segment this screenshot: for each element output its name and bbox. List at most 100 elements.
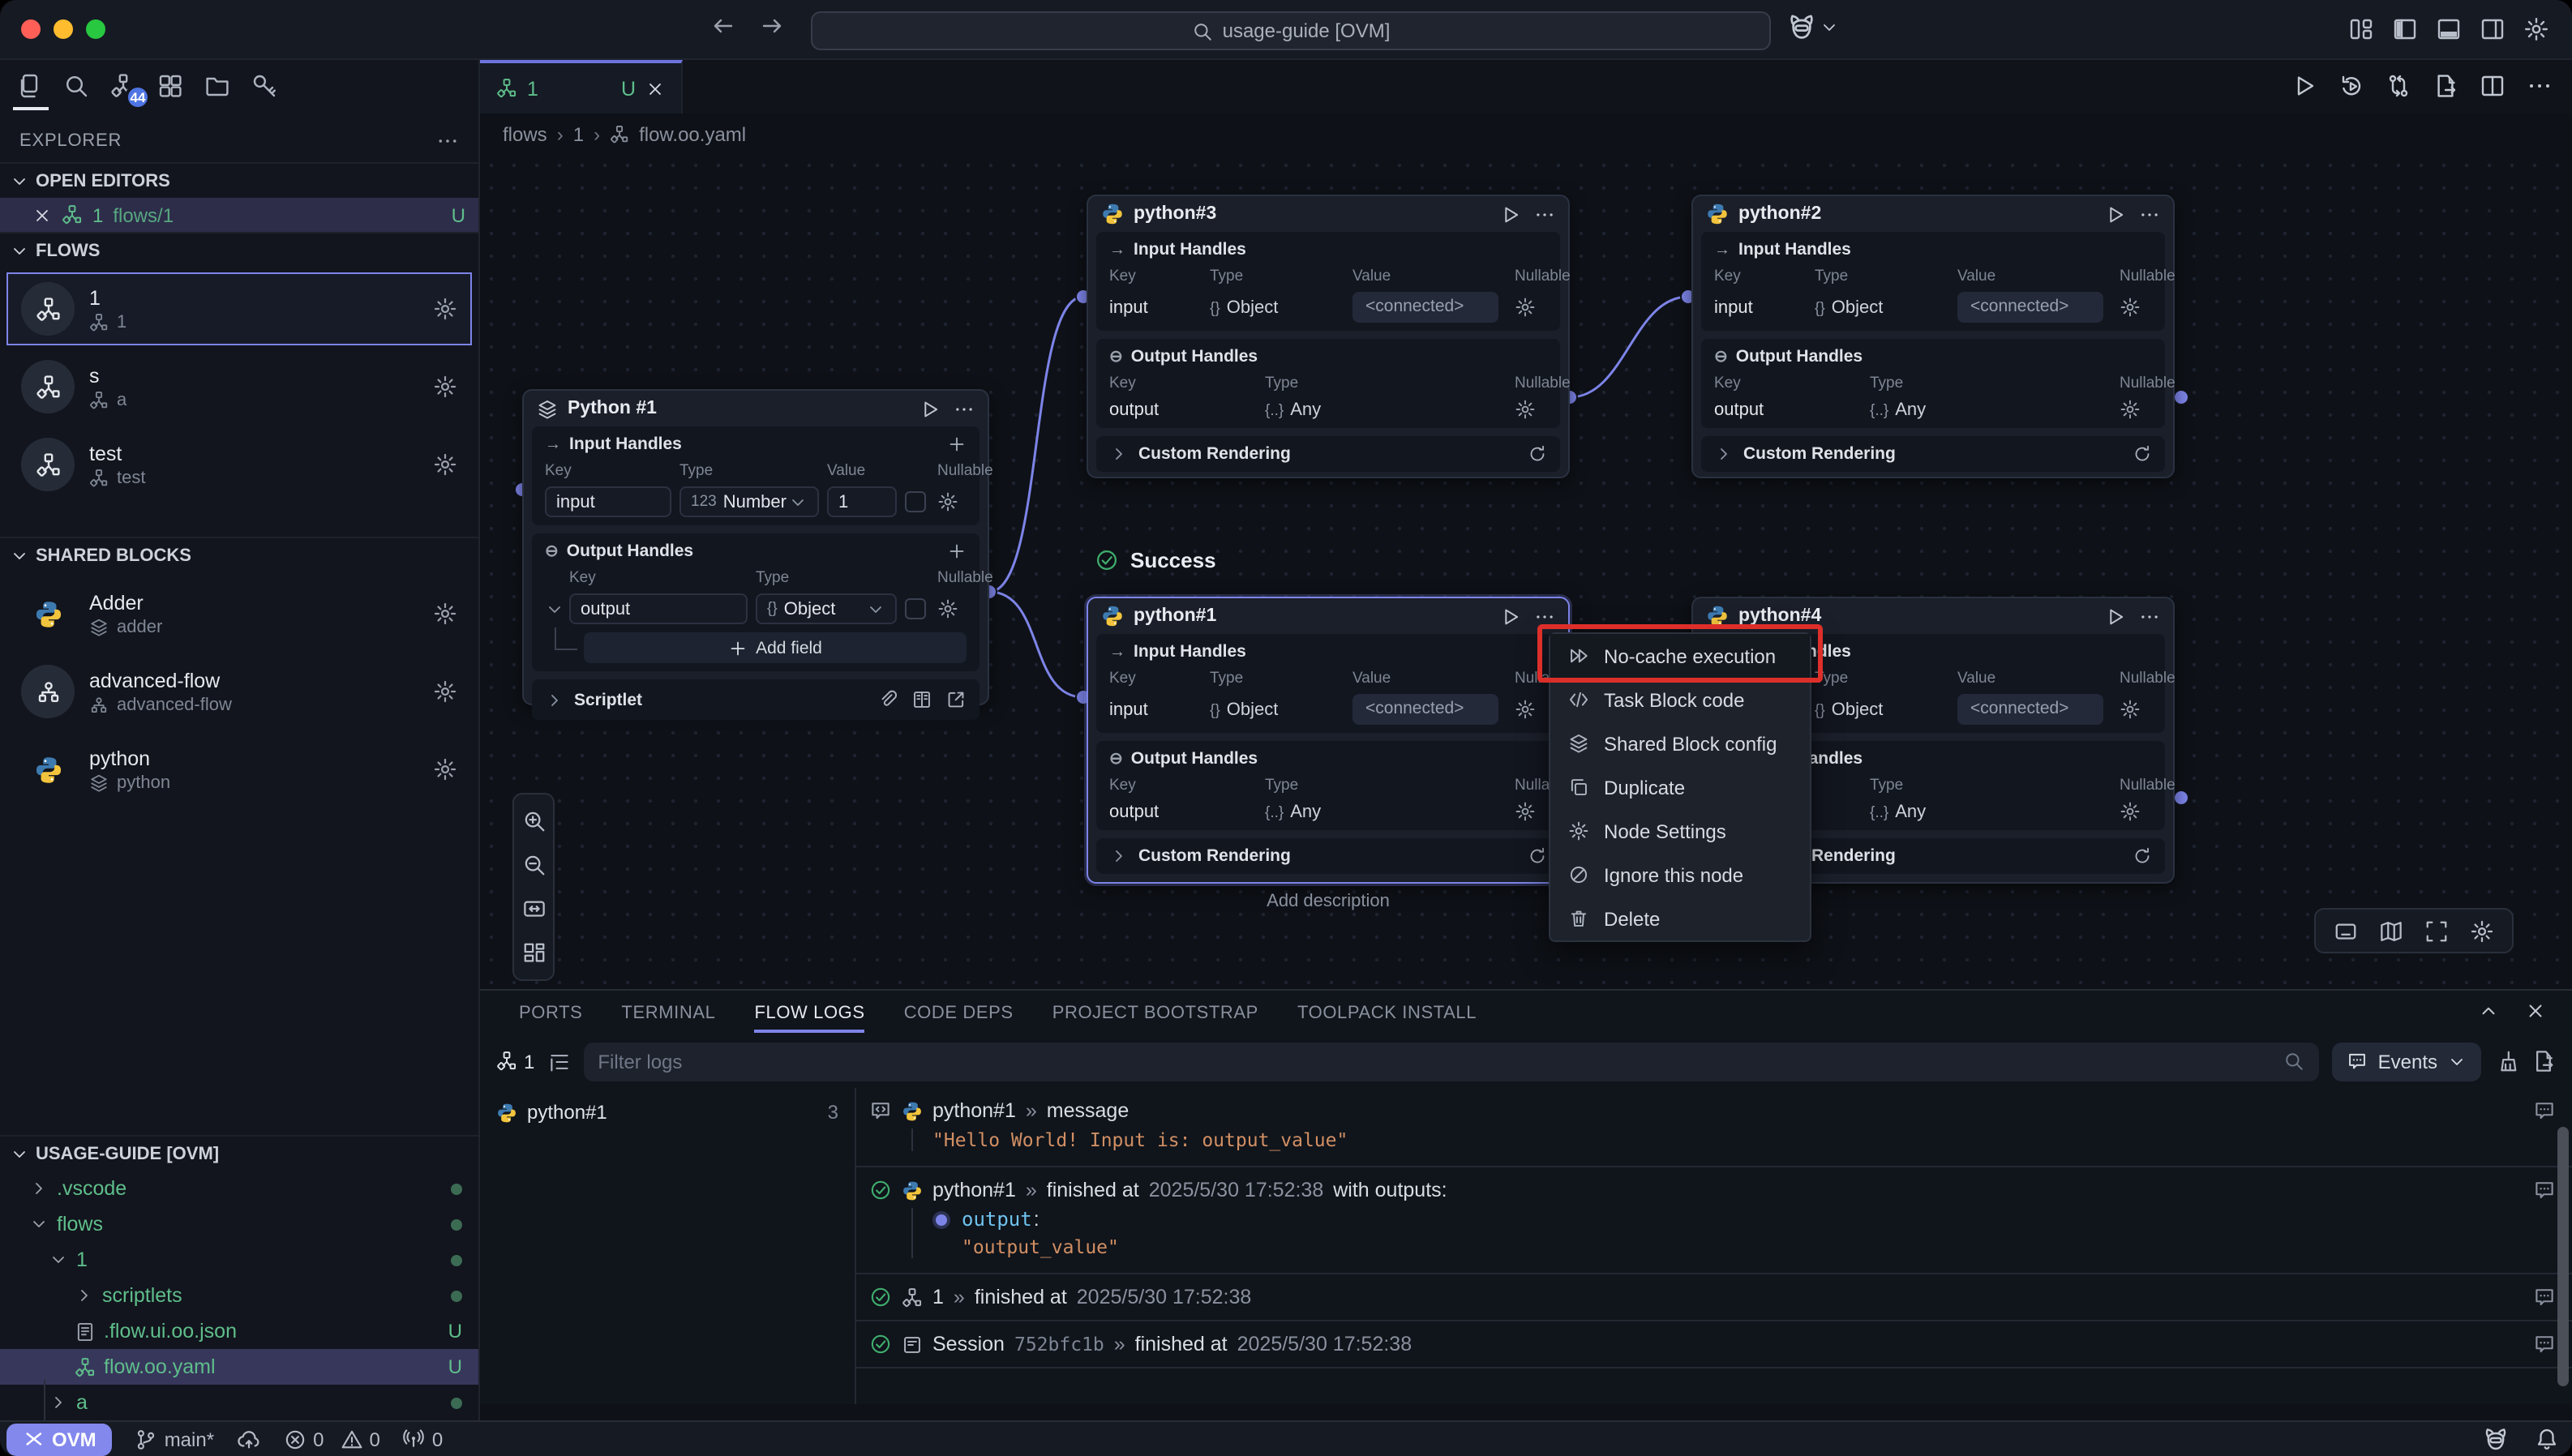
- nullable-checkbox[interactable]: [905, 598, 926, 619]
- handle-settings-icon[interactable]: [2120, 801, 2141, 822]
- canvas-settings-icon[interactable]: [2470, 919, 2494, 943]
- block-settings-icon[interactable]: [433, 679, 457, 704]
- comment-icon[interactable]: [2533, 1179, 2556, 1201]
- handle-settings-icon[interactable]: [2120, 297, 2141, 318]
- type-select[interactable]: 123 Number: [679, 486, 819, 517]
- filter-logs-field[interactable]: [583, 1042, 2319, 1081]
- toggle-panel-icon[interactable]: [2436, 16, 2462, 42]
- handle-settings-icon[interactable]: [2120, 399, 2141, 420]
- chevron-right-icon[interactable]: [1109, 444, 1129, 464]
- close-icon[interactable]: [32, 205, 52, 225]
- settings-gear-icon[interactable]: [2523, 16, 2549, 42]
- more-actions-icon[interactable]: [2527, 73, 2553, 99]
- attach-icon[interactable]: [877, 689, 898, 710]
- block-settings-icon[interactable]: [433, 757, 457, 782]
- tree-item-flows[interactable]: flows: [0, 1206, 478, 1242]
- comment-icon[interactable]: [2533, 1286, 2556, 1308]
- add-description-link[interactable]: Add description: [1087, 892, 1570, 911]
- breadcrumb-flows[interactable]: flows: [503, 122, 547, 145]
- remote-indicator[interactable]: OVM: [6, 1423, 113, 1455]
- breadcrumb-1[interactable]: 1: [573, 122, 584, 145]
- type-select[interactable]: {} Object: [756, 593, 897, 624]
- zoom-in-icon[interactable]: [521, 809, 546, 833]
- close-window-button[interactable]: [21, 19, 41, 39]
- fit-width-icon[interactable]: [521, 897, 546, 921]
- refresh-icon[interactable]: [1528, 444, 1547, 464]
- value-input[interactable]: 1: [827, 486, 897, 517]
- tree-item-scriptlets[interactable]: scriptlets: [0, 1278, 478, 1313]
- tab-toolpack-install[interactable]: TOOLPACK INSTALL: [1297, 991, 1477, 1034]
- refresh-icon[interactable]: [2133, 846, 2152, 866]
- refresh-icon[interactable]: [2133, 444, 2152, 464]
- assistant-menu[interactable]: [1787, 13, 1839, 42]
- customize-layout-icon[interactable]: [2348, 16, 2374, 42]
- menu-item-delete[interactable]: Delete: [1550, 897, 1810, 940]
- comment-icon[interactable]: [2533, 1099, 2556, 1122]
- toggle-sidebar-right-icon[interactable]: [2480, 16, 2506, 42]
- flow-list-item[interactable]: 1 1: [6, 272, 472, 345]
- flow-run-selector[interactable]: 1: [496, 1050, 534, 1073]
- tab-project-bootstrap[interactable]: PROJECT BOOTSTRAP: [1052, 991, 1258, 1034]
- clear-logs-icon[interactable]: [2494, 1049, 2518, 1073]
- handle-settings-icon[interactable]: [1515, 399, 1536, 420]
- back-icon[interactable]: [710, 13, 736, 39]
- forward-icon[interactable]: [759, 13, 785, 39]
- fit-view-icon[interactable]: [2424, 919, 2449, 943]
- chevron-down-icon[interactable]: [545, 599, 564, 619]
- add-input-icon[interactable]: [947, 435, 967, 454]
- rerun-icon[interactable]: [2338, 73, 2364, 99]
- explorer-more-icon[interactable]: [436, 130, 459, 152]
- mascot-icon[interactable]: [2483, 1426, 2509, 1452]
- handle-settings-icon[interactable]: [1515, 297, 1536, 318]
- log-row-session-finished[interactable]: Session 752bfc1b » finished at 2025/5/30…: [856, 1321, 2572, 1368]
- filter-logs-input[interactable]: [598, 1050, 2283, 1073]
- workspace-header[interactable]: USAGE-GUIDE [OVM]: [0, 1135, 478, 1171]
- log-scrollbar[interactable]: [2557, 1127, 2569, 1386]
- chevron-right-icon[interactable]: [1714, 444, 1734, 464]
- tree-item-vscode[interactable]: .vscode: [0, 1171, 478, 1206]
- menu-item-duplicate[interactable]: Duplicate: [1550, 765, 1810, 809]
- command-center-search[interactable]: usage-guide [OVM]: [811, 11, 1771, 50]
- problems-status[interactable]: 0 0: [284, 1428, 380, 1450]
- auto-layout-icon[interactable]: [521, 940, 546, 965]
- chevron-right-icon[interactable]: [1109, 846, 1129, 866]
- handle-settings-icon[interactable]: [1515, 699, 1536, 720]
- search-view-icon[interactable]: [63, 72, 89, 98]
- breadcrumb[interactable]: flows 1 flow.oo.yaml: [480, 113, 2572, 154]
- menu-item-ignore-node[interactable]: Ignore this node: [1550, 853, 1810, 897]
- node-more-icon[interactable]: [2139, 203, 2160, 225]
- tab-flow-1[interactable]: 1 U: [480, 60, 683, 113]
- flow-settings-icon[interactable]: [433, 297, 457, 321]
- minimap-icon[interactable]: [2379, 919, 2403, 943]
- tab-ports[interactable]: PORTS: [519, 991, 582, 1034]
- minimize-window-button[interactable]: [54, 19, 73, 39]
- shared-block-item[interactable]: Adder adder: [6, 577, 472, 650]
- flow-settings-icon[interactable]: [433, 375, 457, 399]
- close-icon[interactable]: [645, 79, 665, 98]
- node-python1[interactable]: python#1 →Input Handles KeyType ValueNul…: [1087, 597, 1570, 884]
- node-more-icon[interactable]: [954, 398, 975, 419]
- console-icon[interactable]: [2334, 919, 2358, 943]
- folder-view-icon[interactable]: [204, 72, 230, 98]
- toggle-sidebar-left-icon[interactable]: [2392, 16, 2418, 42]
- handle-settings-icon[interactable]: [937, 598, 958, 619]
- split-editor-icon[interactable]: [2480, 73, 2506, 99]
- flow-canvas[interactable]: Python #1 →Input Handles KeyType ValueNu…: [480, 154, 2572, 989]
- menu-item-task-block-code[interactable]: Task Block code: [1550, 678, 1810, 722]
- add-field-button[interactable]: Add field: [584, 632, 967, 663]
- flow-settings-icon[interactable]: [433, 452, 457, 477]
- compare-changes-icon[interactable]: [2386, 73, 2411, 99]
- node-python2[interactable]: python#2 →Input Handles KeyType ValueNul…: [1691, 195, 2175, 478]
- run-flow-icon[interactable]: [2291, 73, 2317, 99]
- menu-item-shared-block-config[interactable]: Shared Block config: [1550, 722, 1810, 765]
- block-settings-icon[interactable]: [433, 602, 457, 626]
- shared-blocks-header[interactable]: SHARED BLOCKS: [0, 537, 478, 572]
- key-input[interactable]: input: [545, 486, 671, 517]
- nullable-checkbox[interactable]: [905, 491, 926, 512]
- run-node-icon[interactable]: [2105, 203, 2126, 225]
- handle-settings-icon[interactable]: [937, 491, 958, 512]
- run-node-icon[interactable]: [919, 398, 941, 419]
- node-python3[interactable]: python#3 →Input Handles KeyType ValueNul…: [1087, 195, 1570, 478]
- flow-list-item[interactable]: s a: [6, 350, 472, 423]
- ports-status[interactable]: 0: [403, 1428, 443, 1450]
